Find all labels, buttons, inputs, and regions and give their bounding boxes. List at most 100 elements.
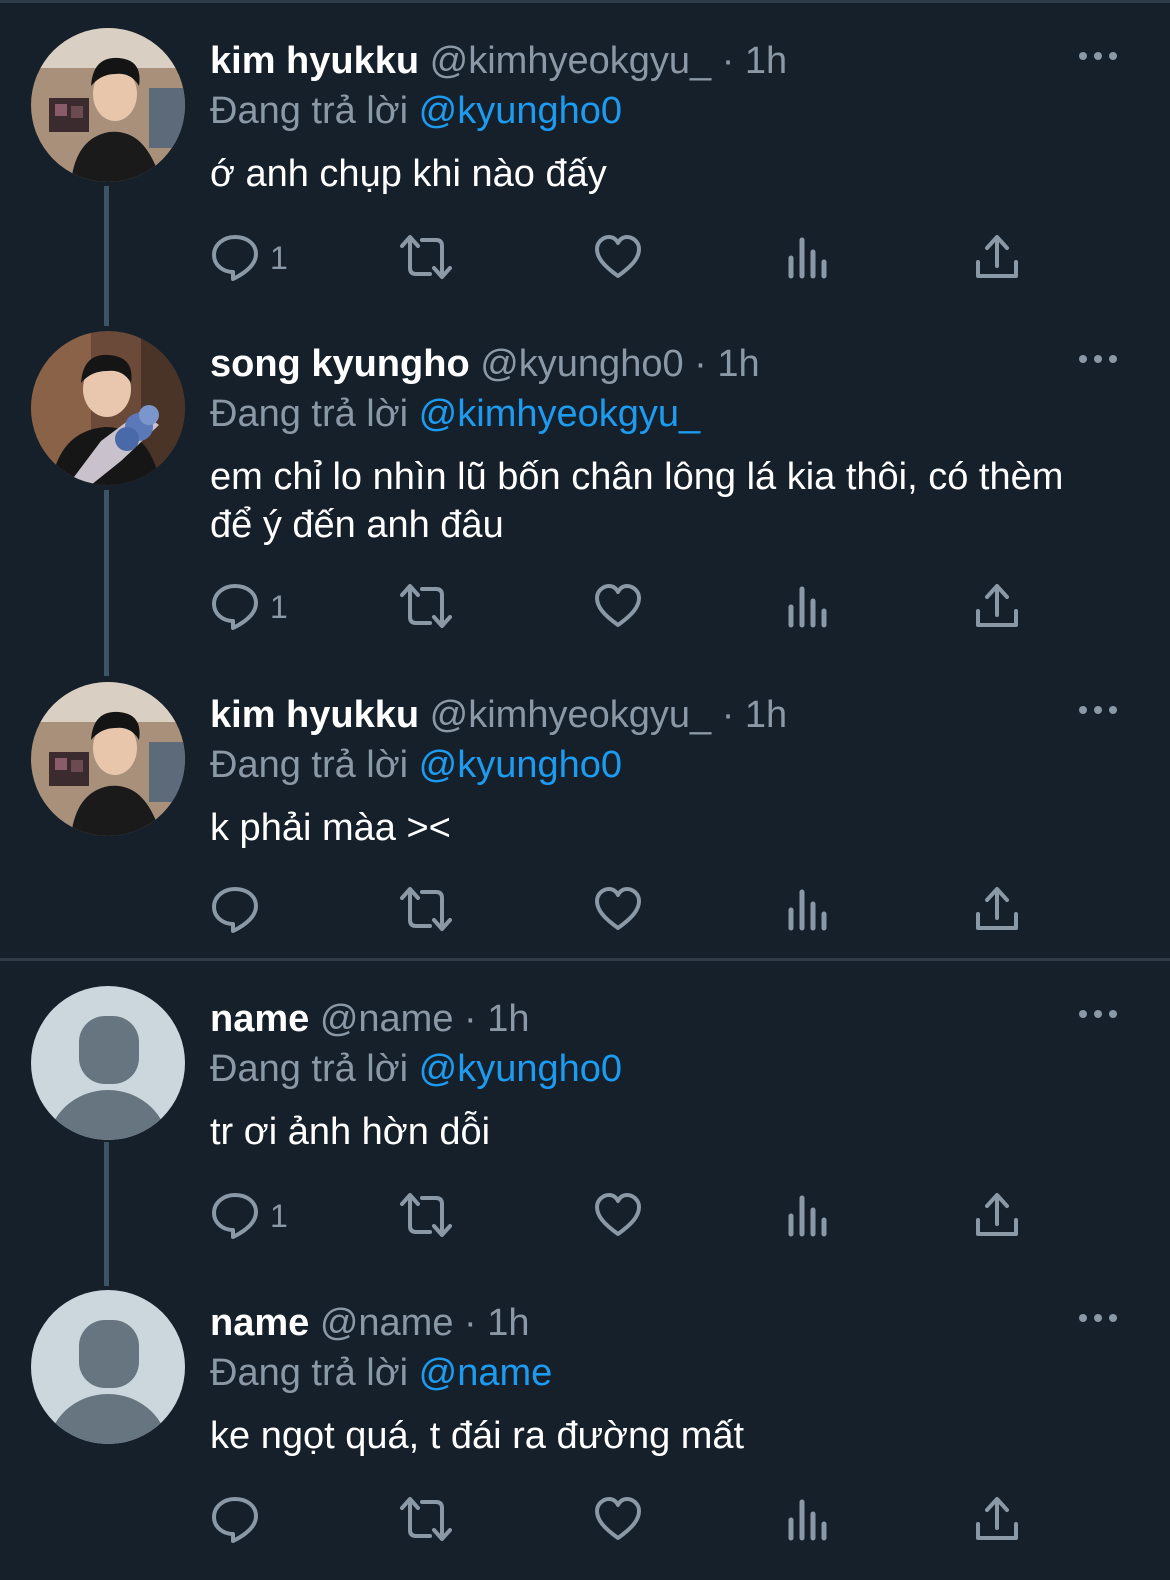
like-icon	[595, 1193, 641, 1236]
tweet-header: name @name · 1h	[210, 996, 530, 1042]
share-button[interactable]	[974, 878, 1020, 938]
tweet-text: ke ngọt quá, t đái ra đường mất	[210, 1415, 745, 1457]
like-icon	[595, 887, 641, 930]
tweet-text: ớ anh chụp khi nào đấy	[210, 153, 607, 195]
share-button[interactable]	[974, 575, 1020, 635]
more-icon[interactable]	[1075, 349, 1121, 369]
avatar[interactable]	[31, 28, 185, 182]
views-button[interactable]	[786, 575, 830, 635]
separator-dot: ·	[721, 694, 735, 736]
retweet-button[interactable]	[398, 1184, 458, 1244]
more-icon[interactable]	[1075, 700, 1121, 720]
reply-icon	[212, 1193, 258, 1239]
like-button[interactable]	[593, 878, 643, 938]
like-button[interactable]	[593, 575, 643, 635]
replying-to: Đang trả lời @kimhyeokgyu_	[210, 391, 700, 437]
separator-dot: ·	[464, 998, 477, 1040]
views-button[interactable]	[786, 1184, 830, 1244]
avatar[interactable]	[31, 331, 185, 485]
display-name[interactable]: name	[210, 998, 309, 1040]
tweet-header: name @name · 1h	[210, 1300, 530, 1346]
like-button[interactable]	[593, 1184, 643, 1244]
more-icon[interactable]	[1075, 46, 1121, 66]
share-button[interactable]	[974, 1184, 1020, 1244]
like-button[interactable]	[593, 1488, 643, 1548]
action-bar: 1	[210, 226, 1040, 286]
tweet[interactable]: song kyungho @kyungho0 · 1h Đang trả lời…	[0, 331, 1170, 661]
tweet-text: em chỉ lo nhìn lũ bốn chân lông lá kia t…	[210, 456, 1064, 546]
share-icon	[976, 1193, 1018, 1236]
mention-link[interactable]: @kyungho0	[419, 90, 622, 132]
share-icon	[976, 235, 1018, 278]
mention-link[interactable]: @name	[419, 1352, 553, 1394]
avatar[interactable]	[31, 1290, 185, 1444]
tweet[interactable]: kim hyukku @kimhyeokgyu_ · 1h Đang trả l…	[0, 682, 1170, 952]
separator-dot: ·	[464, 1302, 477, 1344]
reply-button[interactable]	[210, 878, 300, 938]
retweet-icon	[400, 235, 452, 279]
replying-to-label: Đang trả lời	[210, 90, 409, 132]
like-button[interactable]	[593, 226, 643, 286]
timestamp[interactable]: 1h	[487, 998, 529, 1040]
retweet-button[interactable]	[398, 1488, 458, 1548]
share-button[interactable]	[974, 226, 1020, 286]
user-handle[interactable]: @kyungho0	[480, 343, 683, 385]
tweet[interactable]: name @name · 1h Đang trả lời @name ke ng…	[0, 1290, 1170, 1570]
replying-to-label: Đang trả lời	[210, 744, 409, 786]
separator-dot: ·	[694, 343, 707, 385]
display-name[interactable]: song kyungho	[210, 343, 470, 385]
replying-to-label: Đang trả lời	[210, 1352, 409, 1394]
views-button[interactable]	[786, 1488, 830, 1548]
reply-count: 1	[270, 240, 288, 276]
mention-link[interactable]: @kimhyeokgyu_	[419, 393, 700, 435]
retweet-button[interactable]	[398, 575, 458, 635]
action-bar	[210, 878, 1040, 938]
user-handle[interactable]: @name	[320, 1302, 454, 1344]
display-name[interactable]: kim hyukku	[210, 40, 419, 82]
retweet-icon	[400, 1497, 452, 1541]
action-bar: 1	[210, 1184, 1040, 1244]
tweet-text: tr ơi ảnh hờn dỗi	[210, 1111, 491, 1153]
views-icon	[788, 1195, 827, 1237]
views-icon	[788, 1499, 827, 1541]
user-handle[interactable]: @kimhyeokgyu_	[430, 40, 711, 82]
tweet-header: kim hyukku @kimhyeokgyu_ · 1h	[210, 692, 787, 738]
views-icon	[788, 586, 827, 628]
tweet[interactable]: name @name · 1h Đang trả lời @kyungho0 t…	[0, 986, 1170, 1266]
reply-button[interactable]: 1	[210, 226, 300, 286]
reply-icon	[212, 1497, 258, 1543]
replying-to: Đang trả lời @kyungho0	[210, 88, 622, 134]
reply-count: 1	[270, 1198, 288, 1234]
tweet[interactable]: kim hyukku @kimhyeokgyu_ · 1h Đang trả l…	[0, 28, 1170, 308]
display-name[interactable]: name	[210, 1302, 309, 1344]
views-button[interactable]	[786, 226, 830, 286]
avatar[interactable]	[31, 682, 185, 836]
share-button[interactable]	[974, 1488, 1020, 1548]
reply-button[interactable]	[210, 1488, 300, 1548]
mention-link[interactable]: @kyungho0	[419, 1048, 622, 1090]
action-bar: 1	[210, 575, 1040, 635]
like-icon	[595, 584, 641, 627]
timestamp[interactable]: 1h	[745, 694, 787, 736]
timestamp[interactable]: 1h	[745, 40, 787, 82]
share-icon	[976, 1497, 1018, 1540]
reply-icon	[212, 584, 258, 630]
more-icon[interactable]	[1075, 1308, 1121, 1328]
avatar[interactable]	[31, 986, 185, 1140]
retweet-icon	[400, 1193, 452, 1237]
user-handle[interactable]: @kimhyeokgyu_	[430, 694, 711, 736]
more-icon[interactable]	[1075, 1004, 1121, 1024]
user-handle[interactable]: @name	[320, 998, 454, 1040]
tweet-header: kim hyukku @kimhyeokgyu_ · 1h	[210, 38, 787, 84]
display-name[interactable]: kim hyukku	[210, 694, 419, 736]
reply-button[interactable]: 1	[210, 1184, 300, 1244]
timestamp[interactable]: 1h	[487, 1302, 529, 1344]
tweet-text: k phải màa ><	[210, 807, 451, 849]
views-button[interactable]	[786, 878, 830, 938]
reply-button[interactable]: 1	[210, 575, 300, 635]
timestamp[interactable]: 1h	[717, 343, 759, 385]
replying-to: Đang trả lời @name	[210, 1350, 552, 1396]
retweet-button[interactable]	[398, 878, 458, 938]
retweet-button[interactable]	[398, 226, 458, 286]
mention-link[interactable]: @kyungho0	[419, 744, 622, 786]
